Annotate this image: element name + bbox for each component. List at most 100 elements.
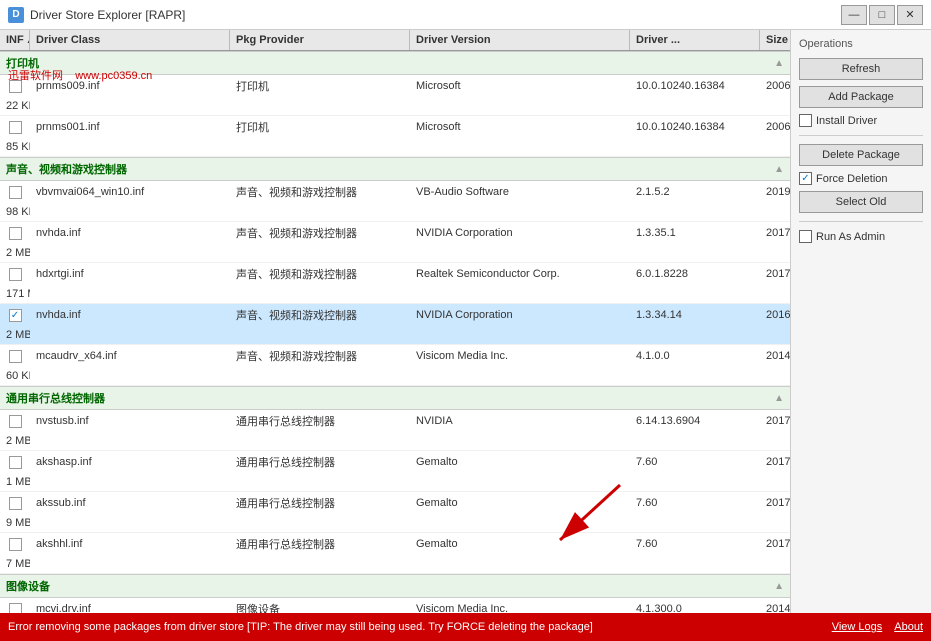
- table-header: INF▲ Driver Class Pkg Provider Driver Ve…: [0, 30, 790, 51]
- row-check[interactable]: [0, 533, 30, 555]
- checkbox[interactable]: [9, 186, 22, 199]
- run-as-admin-label: Run As Admin: [816, 231, 885, 243]
- category-imaging[interactable]: 图像设备 ▲: [0, 574, 790, 598]
- cell-provider: NVIDIA Corporation: [410, 304, 630, 326]
- statusbar-message: Error removing some packages from driver…: [8, 621, 832, 633]
- checkbox[interactable]: [9, 309, 22, 322]
- cell-inf: hdxrtgi.inf: [30, 263, 230, 285]
- operations-panel: Operations Refresh Add Package Install D…: [791, 30, 931, 613]
- minimize-button[interactable]: —: [841, 5, 867, 25]
- cell-size: 2 MB: [0, 244, 30, 262]
- cell-class: 声音、视频和游戏控制器: [230, 304, 410, 326]
- collapse-imaging[interactable]: ▲: [774, 581, 784, 592]
- col-driver-class[interactable]: Driver Class: [30, 30, 230, 50]
- row-check[interactable]: [0, 75, 30, 97]
- cell-size: 60 KB: [0, 367, 30, 385]
- statusbar: Error removing some packages from driver…: [0, 613, 931, 641]
- row-check[interactable]: [0, 304, 30, 326]
- row-check[interactable]: [0, 492, 30, 514]
- about-link[interactable]: About: [894, 621, 923, 633]
- install-driver-checkbox[interactable]: [799, 114, 812, 127]
- cell-class: 通用串行总线控制器: [230, 533, 410, 555]
- checkbox[interactable]: [9, 80, 22, 93]
- cell-provider: Gemalto: [410, 533, 630, 555]
- row-check[interactable]: [0, 116, 30, 138]
- category-printers[interactable]: 打印机 ▲: [0, 51, 790, 75]
- row-check[interactable]: [0, 181, 30, 203]
- cell-provider: Realtek Semiconductor Corp.: [410, 263, 630, 285]
- cell-date: 2006-06-21: [760, 116, 791, 138]
- main-area: 迅雷软件网 www.pc0359.cn INF▲ Driver Class Pk…: [0, 30, 931, 613]
- panel-title: Operations: [799, 38, 923, 50]
- cell-version: 10.0.10240.16384: [630, 75, 760, 97]
- collapse-usb[interactable]: ▲: [774, 393, 784, 404]
- cell-provider: VB-Audio Software: [410, 181, 630, 203]
- view-logs-link[interactable]: View Logs: [832, 621, 883, 633]
- col-driver-version[interactable]: Driver Version: [410, 30, 630, 50]
- cell-inf: nvstusb.inf: [30, 410, 230, 432]
- table-row: akshasp.inf 通用串行总线控制器 Gemalto 7.60 2017-…: [0, 451, 790, 492]
- add-package-button[interactable]: Add Package: [799, 86, 923, 108]
- divider2: [799, 221, 923, 222]
- table-row: hdxrtgi.inf 声音、视频和游戏控制器 Realtek Semicond…: [0, 263, 790, 304]
- table-row: prnms009.inf 打印机 Microsoft 10.0.10240.16…: [0, 75, 790, 116]
- cell-size: 22 KB: [0, 97, 30, 115]
- cell-size: 2 MB: [0, 326, 30, 344]
- cell-date: 2017-10-27: [760, 410, 791, 432]
- cell-class: 图像设备: [230, 598, 410, 613]
- table-row: nvhda.inf 声音、视频和游戏控制器 NVIDIA Corporation…: [0, 304, 790, 345]
- checkbox[interactable]: [9, 538, 22, 551]
- cell-class: 打印机: [230, 75, 410, 97]
- cell-size: 85 KB: [0, 138, 30, 156]
- col-inf[interactable]: INF▲: [0, 30, 30, 50]
- col-pkg-provider[interactable]: Pkg Provider: [230, 30, 410, 50]
- checkbox[interactable]: [9, 497, 22, 510]
- delete-package-button[interactable]: Delete Package: [799, 144, 923, 166]
- select-old-button[interactable]: Select Old: [799, 191, 923, 213]
- collapse-printers[interactable]: ▲: [774, 58, 784, 69]
- cell-version: 4.1.0.0: [630, 345, 760, 367]
- checkbox[interactable]: [9, 456, 22, 469]
- install-driver-row: Install Driver: [799, 114, 923, 127]
- cell-class: 通用串行总线控制器: [230, 492, 410, 514]
- cell-inf: mcvi.drv.inf: [30, 598, 230, 613]
- table-row: mcaudrv_x64.inf 声音、视频和游戏控制器 Visicom Medi…: [0, 345, 790, 386]
- cell-class: 打印机: [230, 116, 410, 138]
- cell-size: 9 MB: [0, 514, 30, 532]
- window-controls: — □ ✕: [841, 5, 923, 25]
- checkbox[interactable]: [9, 227, 22, 240]
- row-check[interactable]: [0, 451, 30, 473]
- col-size[interactable]: Size: [760, 30, 791, 50]
- checkbox[interactable]: [9, 350, 22, 363]
- run-as-admin-checkbox[interactable]: [799, 230, 812, 243]
- close-button[interactable]: ✕: [897, 5, 923, 25]
- row-check[interactable]: [0, 345, 30, 367]
- table-row: prnms001.inf 打印机 Microsoft 10.0.10240.16…: [0, 116, 790, 157]
- checkbox[interactable]: [9, 415, 22, 428]
- cell-date: 2006-06-21: [760, 75, 791, 97]
- checkbox[interactable]: [9, 268, 22, 281]
- checkbox[interactable]: [9, 603, 22, 614]
- table-row: akshhl.inf 通用串行总线控制器 Gemalto 7.60 2017-0…: [0, 533, 790, 574]
- row-check[interactable]: [0, 222, 30, 244]
- table-row: nvhda.inf 声音、视频和游戏控制器 NVIDIA Corporation…: [0, 222, 790, 263]
- cell-version: 7.60: [630, 492, 760, 514]
- category-usb[interactable]: 通用串行总线控制器 ▲: [0, 386, 790, 410]
- cell-inf: prnms009.inf: [30, 75, 230, 97]
- cell-inf: akshhl.inf: [30, 533, 230, 555]
- force-deletion-checkbox[interactable]: [799, 172, 812, 185]
- cell-class: 声音、视频和游戏控制器: [230, 345, 410, 367]
- maximize-button[interactable]: □: [869, 5, 895, 25]
- col-driver-date[interactable]: Driver ...: [630, 30, 760, 50]
- cell-version: 7.60: [630, 533, 760, 555]
- row-check[interactable]: [0, 263, 30, 285]
- cell-provider: Gemalto: [410, 451, 630, 473]
- checkbox[interactable]: [9, 121, 22, 134]
- row-check[interactable]: [0, 598, 30, 613]
- cell-version: 10.0.10240.16384: [630, 116, 760, 138]
- collapse-audio[interactable]: ▲: [774, 164, 784, 175]
- refresh-button[interactable]: Refresh: [799, 58, 923, 80]
- row-check[interactable]: [0, 410, 30, 432]
- cell-provider: Gemalto: [410, 492, 630, 514]
- category-audio[interactable]: 声音、视频和游戏控制器 ▲: [0, 157, 790, 181]
